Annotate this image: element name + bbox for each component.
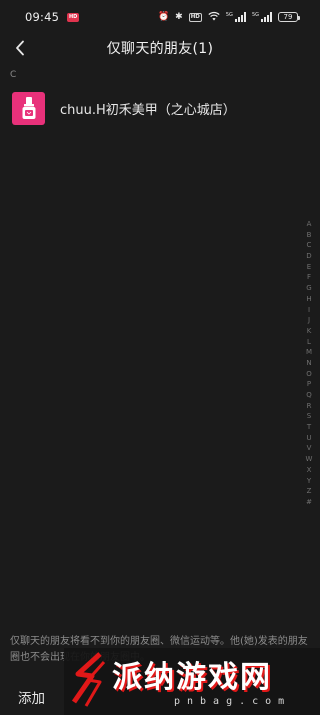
- watermark: 派纳游戏网 pnbag.com: [64, 648, 320, 715]
- index-letter-j[interactable]: J: [308, 315, 310, 326]
- index-letter-n[interactable]: N: [306, 358, 311, 369]
- battery-icon: 79: [278, 12, 300, 22]
- index-letter-x[interactable]: X: [307, 465, 312, 476]
- chevron-left-icon: [16, 40, 24, 56]
- watermark-title: 派纳游戏网: [112, 660, 272, 695]
- index-letter-p[interactable]: P: [307, 379, 311, 390]
- back-button[interactable]: [9, 37, 31, 59]
- add-button[interactable]: 添加: [18, 687, 45, 707]
- index-letter-i[interactable]: I: [308, 305, 310, 316]
- vibrate-icon: ✱: [175, 12, 183, 22]
- wifi-icon: [208, 11, 220, 24]
- index-letter-u[interactable]: U: [306, 433, 311, 444]
- section-letter: C: [10, 70, 17, 80]
- contact-name: chuu.H初禾美甲（之心城店）: [60, 102, 236, 118]
- hd-icon: HD: [188, 12, 202, 22]
- battery-level: 79: [283, 13, 293, 21]
- nail-polish-icon: [22, 97, 35, 119]
- index-letter-c[interactable]: C: [307, 240, 312, 251]
- status-bar: 09:45 HD ⏰ ✱ HD 5G 5G 79: [0, 0, 320, 34]
- index-letter-a[interactable]: A: [307, 219, 312, 230]
- app-notification-icon: HD: [67, 12, 80, 22]
- header: 仅聊天的朋友(1): [0, 34, 320, 62]
- index-letter-o[interactable]: O: [306, 369, 312, 380]
- index-letter-f[interactable]: F: [307, 272, 311, 283]
- index-letter-s[interactable]: S: [307, 411, 311, 422]
- avatar: [12, 91, 45, 125]
- watermark-logo: [71, 652, 106, 707]
- signal-1-icon: 5G: [226, 12, 246, 22]
- alarm-icon: ⏰: [157, 12, 170, 22]
- contact-row[interactable]: chuu.H初禾美甲（之心城店）: [0, 87, 300, 129]
- index-letter-y[interactable]: Y: [307, 476, 311, 487]
- index-letter-b[interactable]: B: [307, 230, 312, 241]
- index-letter-h[interactable]: H: [306, 294, 311, 305]
- signal-2-icon: 5G: [252, 12, 272, 22]
- index-letter-q[interactable]: Q: [306, 390, 312, 401]
- index-letter-l[interactable]: L: [307, 337, 311, 348]
- page-title: 仅聊天的朋友(1): [106, 41, 214, 57]
- index-letter-t[interactable]: T: [307, 422, 311, 433]
- status-time: 09:45: [25, 10, 60, 24]
- watermark-url: pnbag.com: [174, 696, 292, 707]
- index-letter-r[interactable]: R: [307, 401, 312, 412]
- index-letter-v[interactable]: V: [307, 443, 312, 454]
- index-letter-hash[interactable]: #: [306, 497, 312, 508]
- index-letter-g[interactable]: G: [306, 283, 311, 294]
- status-icons: ⏰ ✱ HD 5G 5G 79: [157, 11, 300, 24]
- index-letter-m[interactable]: M: [306, 347, 312, 358]
- index-letter-z[interactable]: Z: [307, 486, 312, 497]
- index-letter-e[interactable]: E: [307, 262, 311, 273]
- index-letter-w[interactable]: W: [306, 454, 313, 465]
- index-letter-k[interactable]: K: [307, 326, 312, 337]
- alphabet-index[interactable]: A B C D E F G H I J K L M N O P Q R S T U V W X Y Z #: [302, 219, 316, 508]
- screen: 09:45 HD ⏰ ✱ HD 5G 5G 79 仅聊天的朋友(1) C chu…: [0, 0, 320, 715]
- index-letter-d[interactable]: D: [306, 251, 311, 262]
